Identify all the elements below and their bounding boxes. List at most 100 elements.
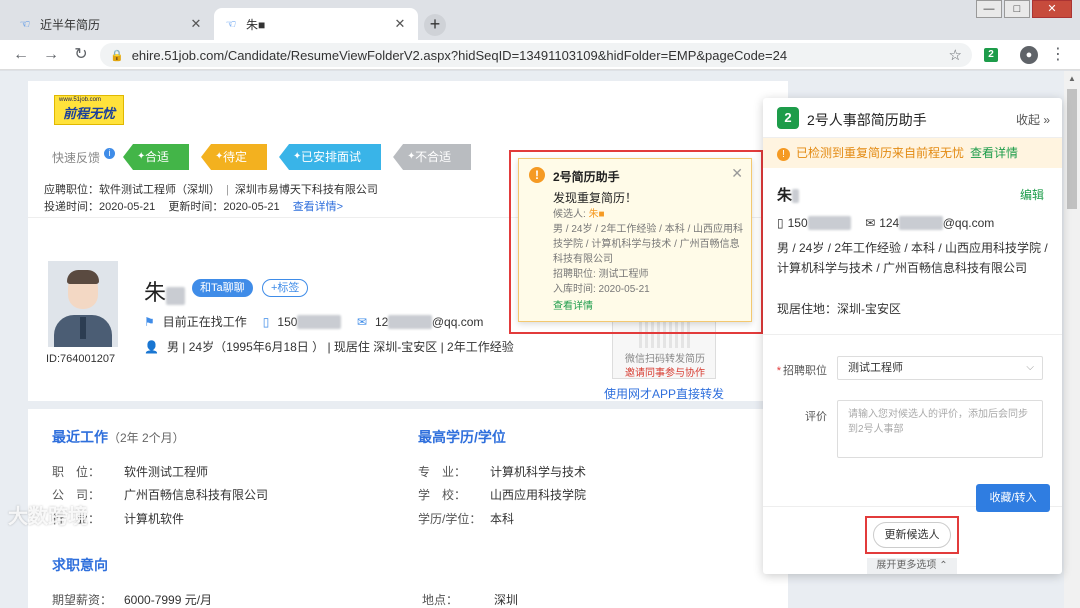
collapse-button[interactable]: 收起 »	[1016, 111, 1050, 128]
chevron-up-icon: ⌃	[939, 560, 948, 571]
row-key: 学历/学位：	[418, 512, 482, 526]
candidate-contact-line: ⚑ 目前正在找工作 ▯ 150■■■■■■ ✉ 12■■■■■■@qq.com	[144, 313, 483, 330]
row-value: 本科	[490, 512, 515, 526]
job-status: 目前正在找工作	[162, 315, 247, 329]
save-transfer-button[interactable]: 收藏/转入	[976, 484, 1050, 512]
row-value: 计算机科学与技术	[490, 465, 587, 479]
popup-title: 2号简历助手	[553, 170, 620, 184]
button-label: 不合适	[415, 150, 452, 164]
applied-position: 应聘职位：软件测试工程师（深圳）	[44, 184, 220, 196]
app-forward-link[interactable]: 使用网才APP直接转发	[604, 385, 724, 402]
close-icon[interactable]: ✕	[392, 16, 408, 32]
flag-icon: ⚑	[144, 314, 155, 329]
lock-icon: 🔒	[110, 49, 124, 62]
tab-candidate[interactable]: ☜ 朱■ ✕	[214, 8, 418, 40]
back-icon[interactable]: ←	[10, 44, 32, 66]
section-title: 最近工作	[52, 429, 108, 445]
panel-description: 男 / 24岁 / 2年工作经验 / 本科 / 山西应用科技学院 / 计算机科学…	[777, 241, 1048, 275]
update-candidate-button[interactable]: 更新候选人	[873, 522, 951, 548]
divider	[763, 334, 1062, 335]
delivery-time: 投递时间：2020-05-21	[44, 201, 156, 213]
panel-contact: ▯ 150■■■■■■ ✉ 124■■■■■■@qq.com	[777, 216, 994, 230]
panel-title: 2号人事部简历助手	[807, 112, 927, 128]
feedback-suitable-button[interactable]: ✦ 合适	[123, 144, 190, 170]
scrollbar-thumb[interactable]	[1067, 89, 1077, 209]
add-tag-button[interactable]: +标签	[262, 279, 309, 297]
duplicate-resume-popup: ! 2号简历助手 ✕ 发现重复简历！ 候选人: 朱■ 男 / 24岁 / 2年工…	[518, 158, 752, 322]
quick-feedback-label: 快速反馈	[52, 150, 101, 165]
51job-logo[interactable]: www.51job.com 前程无忧	[54, 95, 124, 125]
button-label: 待定	[223, 150, 248, 164]
new-tab-button[interactable]: +	[424, 14, 446, 36]
close-icon[interactable]: ✕	[188, 16, 204, 32]
window-close-button[interactable]: ✕	[1032, 0, 1072, 18]
email-suffix: @qq.com	[431, 314, 484, 329]
forward-icon[interactable]: →	[40, 44, 62, 66]
bookmark-star-icon[interactable]: ☆	[949, 46, 962, 64]
tab-recent-resumes[interactable]: ☜ 近半年简历 ✕	[8, 8, 214, 40]
duplicate-alert: ! 已检测到重复简历来自前程无忧 查看详情	[763, 138, 1062, 168]
alert-text: 已检测到重复简历来自前程无忧	[796, 146, 965, 160]
bolt-icon: ✦	[293, 151, 302, 162]
minimize-button[interactable]: —	[976, 0, 1002, 18]
expand-more-options-button[interactable]: 展开更多选项 ⌃	[867, 558, 957, 574]
row-value: 软件测试工程师	[124, 465, 209, 479]
helper-logo-icon: 2	[777, 107, 799, 129]
review-textarea[interactable]: 请输入您对候选人的评价，添加后会同步到2号人事部	[837, 400, 1043, 458]
scroll-up-icon[interactable]: ▲	[1064, 71, 1080, 87]
qr-caption: 微信扫码转发简历	[625, 354, 705, 365]
popup-view-details-link[interactable]: 查看详情	[553, 297, 593, 312]
button-label: 合适	[145, 150, 170, 164]
button-label: 已安排面试	[301, 150, 362, 164]
reload-icon[interactable]: ↻	[70, 44, 92, 66]
panel-email-prefix: 124	[879, 216, 900, 230]
scrollbar[interactable]: ▲	[1064, 71, 1080, 608]
warning-icon: !	[529, 167, 545, 183]
panel-header: 2 2号人事部简历助手 收起 »	[763, 98, 1062, 138]
view-details-link[interactable]: 查看详情>	[293, 201, 343, 213]
position-label: * 招聘职位	[776, 365, 827, 377]
panel-email-suffix: @qq.com	[942, 216, 995, 230]
profile-icon[interactable]: ●	[1020, 46, 1038, 64]
edit-button[interactable]: 编辑	[1020, 186, 1044, 203]
edu-row: 学 校： 山西应用科技学院	[418, 486, 586, 503]
resume-helper-extension-icon[interactable]: 2	[984, 48, 998, 62]
update-time: 更新时间：2020-05-21	[168, 201, 280, 213]
job-intent-title: 求职意向	[52, 557, 108, 573]
chat-button[interactable]: 和Ta聊聊	[192, 279, 253, 297]
candidate-id: ID:764001207	[46, 353, 116, 365]
menu-icon[interactable]: ⋮	[1050, 44, 1066, 66]
maximize-button[interactable]: □	[1004, 0, 1030, 18]
panel-address: 现居住地：深圳-宝安区	[777, 302, 901, 316]
phone-icon: ▯	[262, 314, 270, 329]
tab-label: 朱■	[246, 17, 266, 32]
review-label: 评价	[805, 411, 827, 423]
position-label-text: 招聘职位	[783, 365, 827, 377]
browser-titlebar: ☜ 近半年简历 ✕ ☜ 朱■ ✕ + — □ ✕	[0, 0, 1080, 40]
warning-icon: !	[777, 148, 790, 161]
popup-detail: 男 / 24岁 / 2年工作经验 / 本科 / 山西应用科技学院 / 计算机科学…	[553, 224, 744, 265]
alert-view-details-link[interactable]: 查看详情	[970, 146, 1018, 160]
url-text: ehire.51job.com/Candidate/ResumeViewFold…	[131, 47, 788, 63]
feedback-interview-button[interactable]: ✦ 已安排面试	[279, 144, 382, 170]
logo-small-text: www.51job.com	[59, 97, 102, 103]
feedback-unsuitable-button[interactable]: ✦ 不合适	[393, 144, 472, 170]
edu-row: 专 业： 计算机科学与技术	[418, 463, 586, 480]
row-key: 学 校：	[418, 488, 467, 502]
info-icon[interactable]: i	[104, 147, 116, 159]
phone-icon: ▯	[777, 216, 784, 230]
education-title: 最高学历/学位	[418, 429, 506, 445]
position-select[interactable]: 测试工程师 ⌵	[837, 356, 1043, 380]
row-value: 6000-7999 元/月	[124, 593, 213, 607]
candidate-name: 朱■■	[144, 275, 186, 307]
dates-line: 投递时间：2020-05-21 更新时间：2020-05-21 查看详情>	[44, 198, 343, 214]
feedback-pending-button[interactable]: ✦ 待定	[201, 144, 268, 170]
qr-invite[interactable]: 邀请同事参与协作	[613, 364, 717, 379]
panel-candidate-name: 朱■	[777, 184, 800, 205]
popup-candidate: 候选人: 朱■	[553, 207, 745, 222]
address-bar[interactable]: 🔒 ehire.51job.com/Candidate/ResumeViewFo…	[100, 43, 972, 67]
double-chevron-right-icon: »	[1043, 113, 1050, 127]
close-icon[interactable]: ✕	[731, 165, 743, 182]
section-divider	[28, 401, 788, 409]
position-select-value: 测试工程师	[848, 362, 903, 374]
